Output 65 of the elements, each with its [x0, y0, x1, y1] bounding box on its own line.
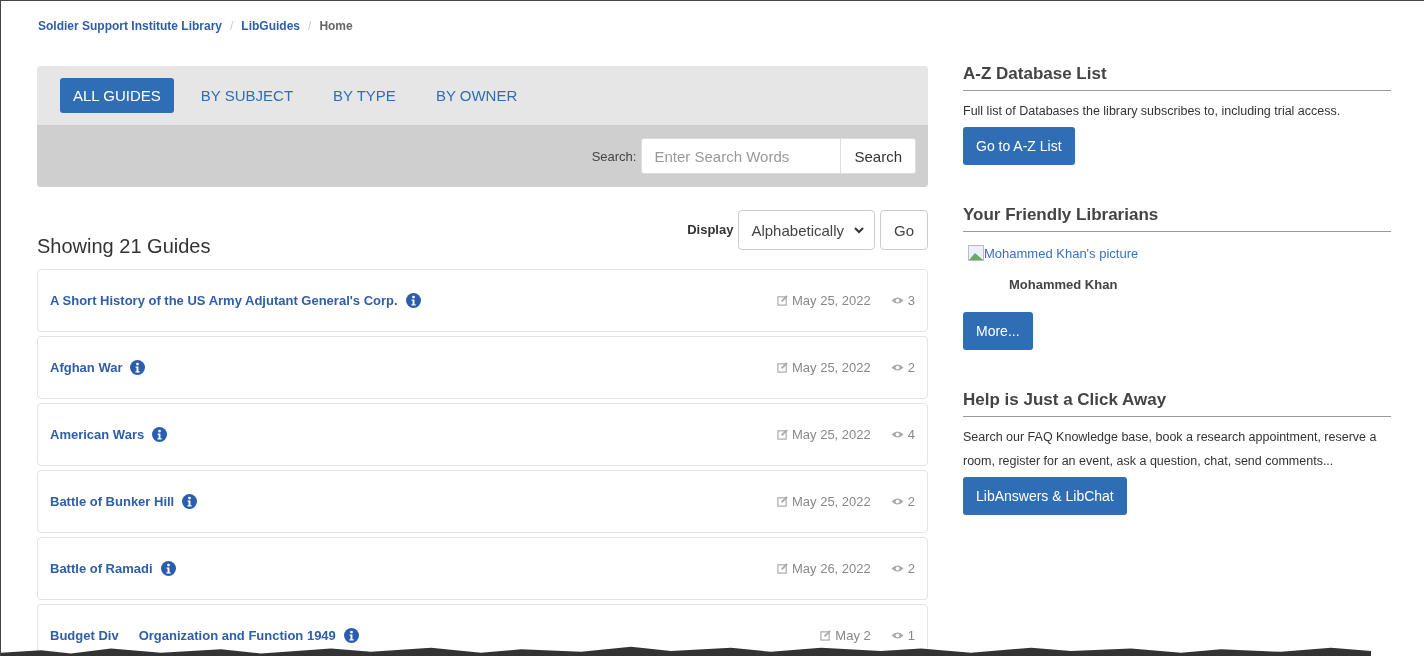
search-label: Search: [591, 148, 637, 164]
edit-icon [777, 362, 788, 373]
eye-icon [890, 497, 904, 506]
search-field[interactable]: Enter Search Words [641, 138, 842, 174]
librarian-picture-alt: Mohammed Khan's picture [984, 245, 1139, 261]
box-heading: Your Friendly Librarians [963, 205, 1391, 232]
guide-date: May 2 [835, 628, 871, 643]
display-dropdown[interactable]: Alphabetically [738, 210, 875, 250]
guide-tab[interactable]: BY OWNER [422, 78, 531, 113]
eye-icon [890, 363, 904, 372]
edit-icon [777, 429, 788, 440]
guide-date: May 26, 2022 [792, 561, 871, 576]
info-icon[interactable] [405, 293, 421, 308]
box-button[interactable]: Go to A-Z List [963, 127, 1075, 165]
info-icon[interactable] [130, 360, 146, 375]
search-button[interactable]: Search [841, 138, 916, 174]
breadcrumb-link[interactable]: Soldier Support Institute Library [38, 19, 222, 33]
go-button[interactable]: Go [880, 210, 928, 250]
edit-icon [777, 563, 788, 574]
breadcrumb-current-page: Home [319, 19, 353, 33]
view-count: 3 [907, 293, 915, 308]
guide-date: May 25, 2022 [792, 494, 871, 509]
edit-icon [777, 496, 788, 507]
box-button[interactable]: More... [963, 312, 1033, 350]
display-label: Display [687, 222, 734, 237]
box-heading: Help is Just a Click Away [963, 390, 1391, 417]
view-count: 2 [907, 561, 915, 576]
guide-link[interactable]: Battle of Bunker Hill [50, 494, 175, 509]
box-heading: A-Z Database List [963, 64, 1391, 91]
eye-icon [890, 564, 904, 573]
box-text: Search our FAQ Knowledge base, book a research appointment, reserve a room, register for an event, ask a question, chat, send comments... [963, 429, 1378, 470]
chevron-down-icon [854, 226, 864, 234]
info-icon[interactable] [152, 427, 168, 442]
edit-icon [820, 630, 832, 641]
guide-tab[interactable]: BY TYPE [320, 78, 409, 113]
edit-icon [777, 295, 788, 306]
view-count: 2 [907, 494, 915, 509]
box-text: Full list of Databases the library subscribes to, including trial access. [963, 103, 1342, 120]
info-icon[interactable] [182, 494, 198, 509]
view-count: 4 [907, 427, 915, 442]
box-button[interactable]: LibAnswers & LibChat [963, 477, 1127, 515]
eye-icon [890, 631, 904, 640]
guide-link[interactable]: Budget Div [50, 628, 119, 643]
breadcrumb-separator: / [308, 19, 312, 33]
guide-date: May 25, 2022 [792, 360, 871, 375]
breadcrumb-separator: / [230, 19, 234, 33]
eye-icon [890, 296, 904, 305]
info-icon[interactable] [160, 561, 176, 576]
view-count: 1 [907, 628, 915, 643]
guide-link[interactable]: Afghan War [50, 360, 123, 375]
guides-count-heading: Showing 21 Guides [37, 235, 211, 258]
info-icon[interactable] [343, 628, 359, 643]
guide-link[interactable]: Battle of Ramadi [50, 561, 153, 576]
breadcrumb-link[interactable]: LibGuides [241, 19, 301, 33]
guide-link[interactable]: Organization and Function 1949 [138, 628, 336, 643]
view-count: 2 [907, 360, 915, 375]
guide-link[interactable]: A Short History of the US Army Adjutant General's Corp. [50, 293, 398, 308]
guide-tab[interactable]: ALL GUIDES [60, 78, 174, 113]
guide-tab[interactable]: BY SUBJECT [187, 78, 307, 113]
broken-image-icon [968, 245, 984, 261]
guide-date: May 25, 2022 [792, 293, 871, 308]
eye-icon [890, 430, 904, 439]
guide-link[interactable]: American Wars [50, 427, 145, 442]
librarian-name: Mohammed Khan [1009, 277, 1119, 292]
guide-date: May 25, 2022 [792, 427, 871, 442]
